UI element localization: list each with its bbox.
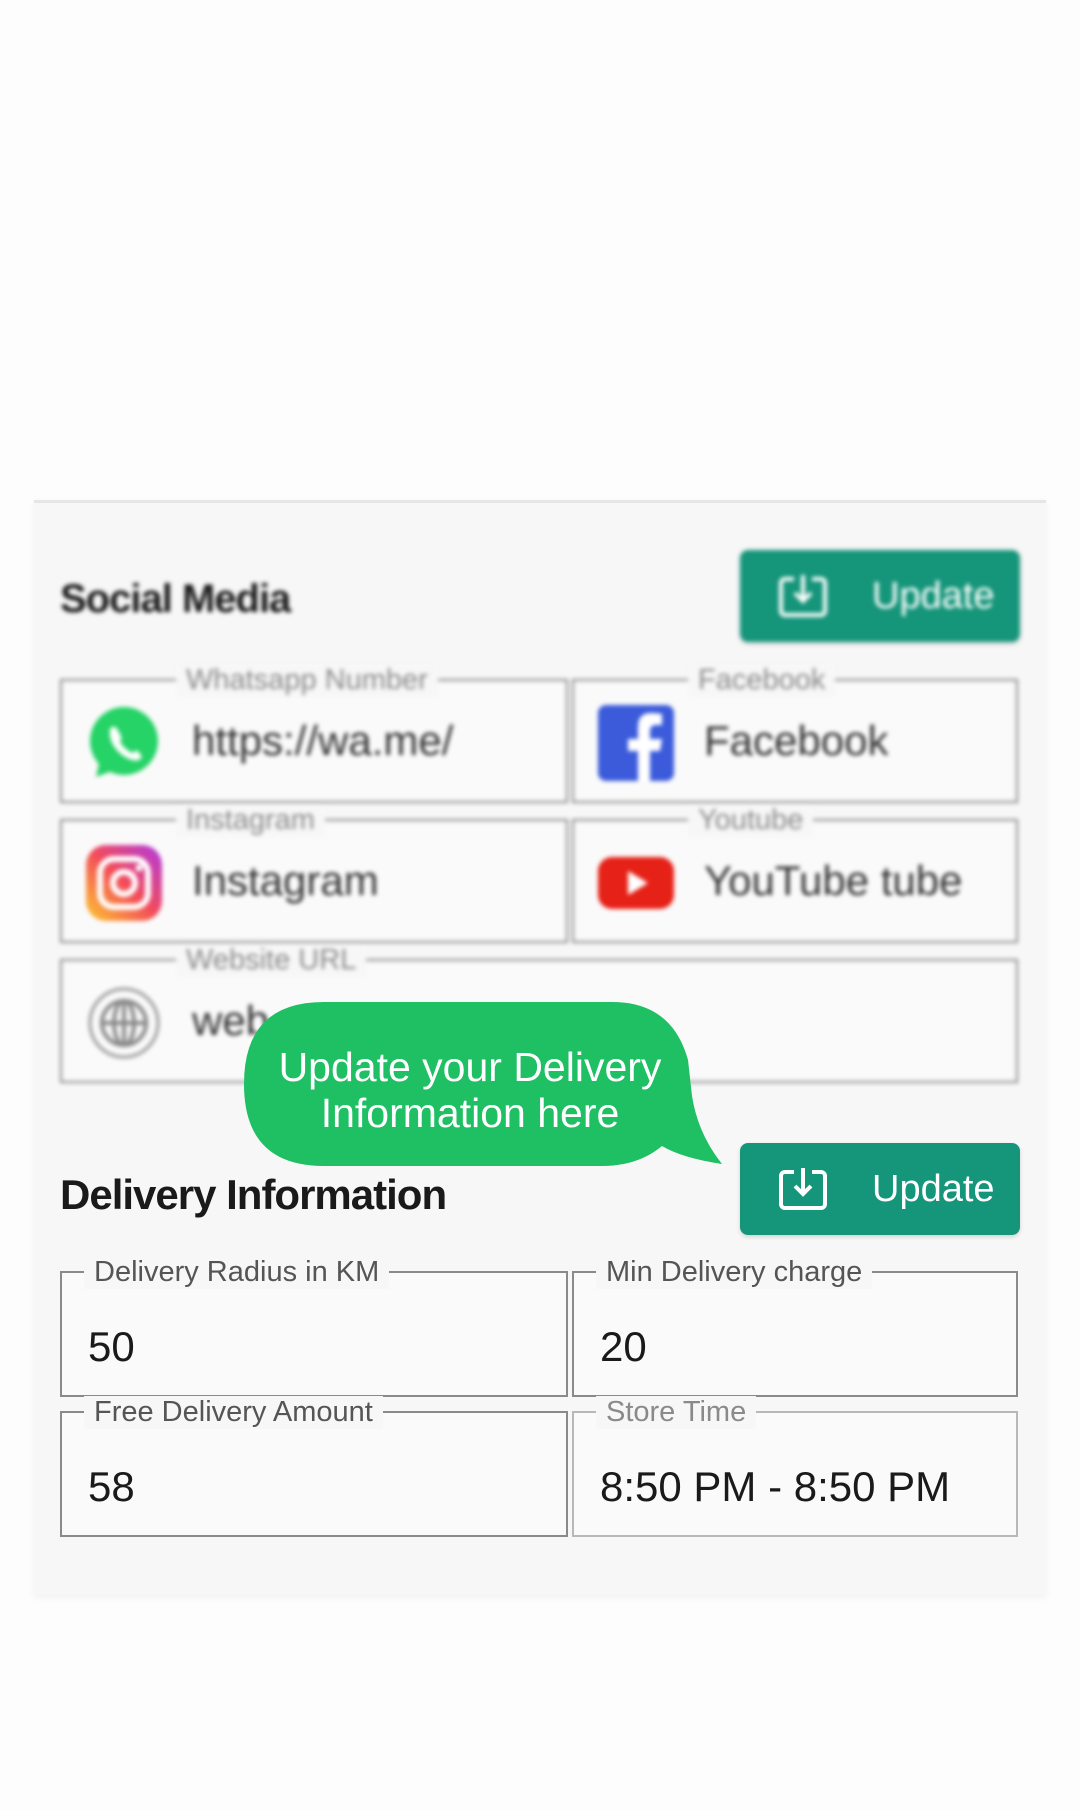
facebook-icon — [598, 705, 674, 781]
whatsapp-icon — [90, 707, 158, 777]
download-icon — [779, 575, 827, 617]
store-time-value: 8:50 PM - 8:50 PM — [600, 1463, 951, 1510]
whatsapp-value: https://wa.me/ — [192, 717, 454, 764]
social-update-label: Update — [872, 574, 995, 617]
tooltip-line-1: Update your Delivery — [278, 1044, 662, 1090]
youtube-field[interactable]: Youtube YouTube tube — [572, 804, 1018, 943]
delivery-update-label: Update — [872, 1167, 995, 1210]
tooltip-text: Update your Delivery Information here — [242, 1044, 698, 1136]
delivery-radius-label: Delivery Radius in KM — [84, 1256, 390, 1289]
tooltip-line-2: Information here — [320, 1090, 620, 1136]
store-time-label: Store Time — [596, 1396, 757, 1429]
instagram-icon — [86, 845, 162, 921]
social-media-title: Social Media — [60, 577, 291, 621]
free-delivery-amount-value: 58 — [88, 1463, 135, 1510]
facebook-field[interactable]: Facebook Facebook — [572, 664, 1018, 803]
whatsapp-field[interactable]: Whatsapp Number https://wa.me/ — [60, 664, 568, 803]
delivery-update-button[interactable]: Update — [740, 1143, 1020, 1235]
facebook-label: Facebook — [688, 664, 836, 697]
whatsapp-label: Whatsapp Number — [176, 664, 438, 697]
delivery-radius-field[interactable]: Delivery Radius in KM 50 — [60, 1256, 568, 1397]
min-delivery-charge-field[interactable]: Min Delivery charge 20 — [572, 1256, 1018, 1397]
website-url-label: Website URL — [176, 944, 367, 977]
facebook-value: Facebook — [704, 717, 889, 764]
free-delivery-amount-field[interactable]: Free Delivery Amount 58 — [60, 1396, 568, 1537]
social-update-button[interactable]: Update — [740, 550, 1020, 642]
free-delivery-amount-label: Free Delivery Amount — [84, 1396, 383, 1429]
store-time-field[interactable]: Store Time 8:50 PM - 8:50 PM — [572, 1396, 1018, 1537]
delivery-title: Delivery Information — [60, 1171, 447, 1218]
globe-icon — [88, 987, 160, 1059]
instagram-value: Instagram — [192, 857, 379, 904]
instagram-field[interactable]: Instagram Instagram — [60, 804, 568, 943]
min-delivery-charge-value: 20 — [600, 1323, 647, 1370]
youtube-label: Youtube — [688, 804, 814, 837]
delivery-tooltip[interactable]: Update your Delivery Information here — [242, 1000, 722, 1166]
youtube-value: YouTube tube — [704, 857, 963, 904]
youtube-icon — [598, 857, 674, 909]
instagram-label: Instagram — [176, 804, 325, 837]
min-delivery-charge-label: Min Delivery charge — [596, 1256, 873, 1289]
download-icon — [779, 1168, 827, 1210]
delivery-radius-value: 50 — [88, 1323, 135, 1370]
